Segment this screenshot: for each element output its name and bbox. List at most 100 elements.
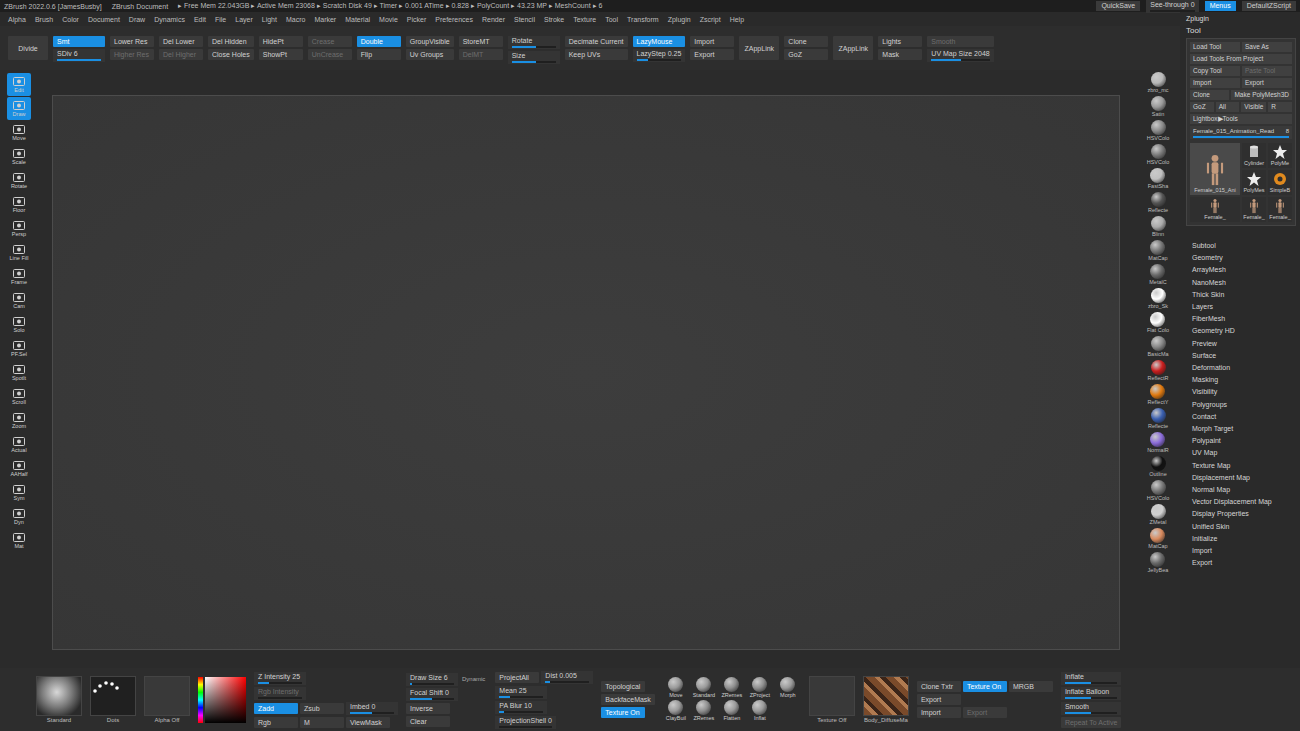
seethrough-slider[interactable]: See-through 0 xyxy=(1146,0,1198,13)
section-item[interactable]: ArrayMesh xyxy=(1192,264,1296,276)
panel-button[interactable]: GoZ xyxy=(1190,102,1214,112)
section-item[interactable]: Visibility xyxy=(1192,386,1296,398)
tool-thumb[interactable]: Female_ xyxy=(1242,197,1266,222)
slider[interactable]: Z Intensity 25 xyxy=(254,672,306,685)
panel-button[interactable]: Clone xyxy=(1190,90,1229,100)
shelf-button[interactable]: Topological xyxy=(601,681,645,692)
section-item[interactable]: Masking xyxy=(1192,374,1296,386)
shelf-tool[interactable]: Persp xyxy=(7,217,31,240)
section-item[interactable]: Geometry xyxy=(1192,252,1296,264)
slider[interactable]: SDiv 6 xyxy=(53,49,105,62)
material-item[interactable]: HSVColo xyxy=(1147,480,1170,502)
section-item[interactable]: Layers xyxy=(1192,301,1296,313)
menu-item[interactable]: Tool xyxy=(605,16,618,23)
material-item[interactable]: MatCap xyxy=(1148,240,1167,262)
section-item[interactable]: Contact xyxy=(1192,411,1296,423)
menu-item[interactable]: Render xyxy=(482,16,505,23)
shelf-button[interactable]: Texture On xyxy=(601,707,645,718)
slider[interactable]: Inflate Balloon xyxy=(1061,687,1121,700)
menu-item[interactable]: Document xyxy=(88,16,120,23)
material-item[interactable]: Flat Colo xyxy=(1147,312,1169,334)
shelf-button[interactable]: Divide xyxy=(8,36,48,60)
shelf-tool[interactable]: Solo xyxy=(7,313,31,336)
section-item[interactable]: Displacement Map xyxy=(1192,472,1296,484)
brush-item[interactable]: Inflat xyxy=(747,700,773,722)
material-item[interactable]: Blinn xyxy=(1151,216,1166,238)
menu-item[interactable]: Layer xyxy=(235,16,253,23)
material-item[interactable]: FastSha xyxy=(1148,168,1168,190)
shelf-button[interactable]: ZAppLink xyxy=(833,36,873,60)
section-item[interactable]: Unified Skin xyxy=(1192,521,1296,533)
brush-item[interactable]: Flatten xyxy=(719,700,745,722)
tool-thumb[interactable]: SimpleB xyxy=(1268,170,1292,195)
shelf-button[interactable]: UnCrease xyxy=(308,49,352,60)
shelf-button[interactable]: Clone Txtr xyxy=(917,681,961,692)
shelf-tool[interactable]: Edit xyxy=(7,73,31,96)
section-item[interactable]: NanoMesh xyxy=(1192,277,1296,289)
shelf-button[interactable]: ZAppLink xyxy=(739,36,779,60)
tool-thumb[interactable]: PolyMes xyxy=(1242,170,1266,195)
shelf-button[interactable]: StoreMT xyxy=(459,36,503,47)
shelf-button[interactable]: BackfaceMask xyxy=(601,694,655,705)
section-item[interactable]: UV Map xyxy=(1192,447,1296,459)
material-item[interactable]: BasicMa xyxy=(1147,336,1168,358)
shelf-button[interactable]: GoZ xyxy=(784,49,828,60)
shelf-tool[interactable]: AAHalf xyxy=(7,457,31,480)
shelf-button[interactable]: HidePt xyxy=(259,36,303,47)
shelf-tool[interactable]: Floor xyxy=(7,193,31,216)
material-item[interactable]: Outline xyxy=(1149,456,1166,478)
shelf-tool[interactable]: PF.Sel xyxy=(7,337,31,360)
shelf-button[interactable]: Decimate Current xyxy=(565,36,628,47)
shelf-button[interactable]: Rgb xyxy=(254,717,298,728)
document-canvas[interactable] xyxy=(52,95,1120,650)
slider[interactable]: UV Map Size 2048 xyxy=(927,49,993,62)
shelf-tool[interactable]: Mat xyxy=(7,529,31,552)
panel-button[interactable]: Copy Tool xyxy=(1190,66,1240,76)
shelf-button[interactable]: Import xyxy=(690,36,734,47)
section-item[interactable]: Deformation xyxy=(1192,362,1296,374)
section-item[interactable]: Export xyxy=(1192,557,1296,569)
tool-thumb[interactable]: Female_ xyxy=(1190,197,1240,222)
panel-button[interactable]: Visible xyxy=(1241,102,1266,112)
shelf-tool[interactable]: Actual xyxy=(7,433,31,456)
shelf-button[interactable]: M xyxy=(300,717,344,728)
shelf-button[interactable]: Zadd xyxy=(254,703,298,714)
shelf-button[interactable]: Zsub xyxy=(300,703,344,714)
menu-item[interactable]: Brush xyxy=(35,16,53,23)
shelf-tool[interactable]: Rotate xyxy=(7,169,31,192)
material-item[interactable]: HSVColo xyxy=(1147,144,1170,166)
shelf-button[interactable]: Texture On xyxy=(963,681,1007,692)
shelf-button[interactable]: Del Higher xyxy=(159,49,203,60)
shelf-button[interactable]: Export xyxy=(917,694,961,705)
panel-button[interactable]: Load Tools From Project xyxy=(1190,54,1292,64)
shelf-tool[interactable]: Scroll xyxy=(7,385,31,408)
shelf-button[interactable]: Clear xyxy=(406,716,450,727)
brush-item[interactable]: ZProject xyxy=(747,677,773,699)
menu-item[interactable]: Macro xyxy=(286,16,305,23)
menu-item[interactable]: Material xyxy=(345,16,370,23)
section-item[interactable]: Initialize xyxy=(1192,533,1296,545)
material-item[interactable]: Satin xyxy=(1151,96,1166,118)
shelf-tool[interactable]: Spotlt xyxy=(7,361,31,384)
material-item[interactable]: NormalR xyxy=(1147,432,1169,454)
material-item[interactable]: MetalC xyxy=(1149,264,1166,286)
zplugin-header[interactable]: Zplugin xyxy=(1186,12,1296,24)
slider[interactable]: Inflate xyxy=(1061,672,1121,685)
section-item[interactable]: Thick Skin xyxy=(1192,289,1296,301)
shelf-button[interactable]: Higher Res xyxy=(110,49,154,60)
shelf-tool[interactable]: Zoom xyxy=(7,409,31,432)
slider[interactable]: LazyStep 0.25 xyxy=(633,49,686,62)
material-item[interactable]: HSVColo xyxy=(1147,120,1170,142)
shelf-tool[interactable]: Scale xyxy=(7,145,31,168)
tool-thumb[interactable]: Female_015_Ani xyxy=(1190,143,1240,195)
shelf-tool[interactable]: Sym xyxy=(7,481,31,504)
shelf-button[interactable]: ViewMask xyxy=(346,717,390,728)
slider[interactable]: Focal Shift 0 xyxy=(406,688,458,701)
section-item[interactable]: Surface xyxy=(1192,350,1296,362)
menu-item[interactable]: Dynamics xyxy=(154,16,185,23)
shelf-tool[interactable]: Line Fill xyxy=(7,241,31,264)
slider[interactable]: Rgb Intensity xyxy=(254,687,306,700)
material-item[interactable]: ReflectR xyxy=(1147,360,1168,382)
hue-strip[interactable] xyxy=(198,677,203,723)
menu-item[interactable]: Alpha xyxy=(8,16,26,23)
